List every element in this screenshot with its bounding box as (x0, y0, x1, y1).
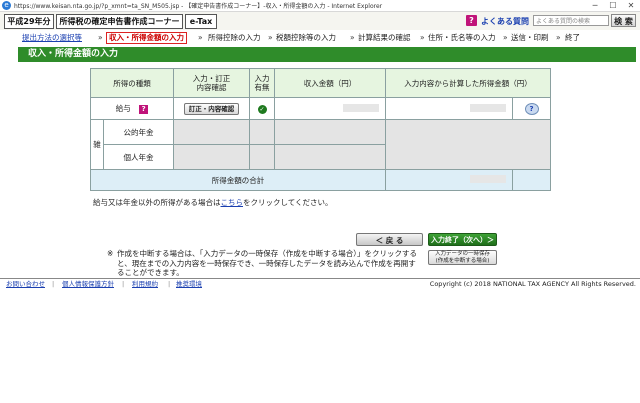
step-income-input: 収入・所得金額の入力 (106, 32, 187, 44)
faq-link[interactable]: よくある質問 (481, 16, 529, 27)
temporary-save-button[interactable]: 入力データの一時保存 (作成を中断する場合) (428, 250, 497, 265)
site-header: 平成29年分 所得税の確定申告書作成コーナー e-Tax ? よくある質問 よく… (0, 12, 640, 30)
etax-label: e-Tax (185, 14, 217, 29)
salary-income-value (274, 97, 386, 120)
other-income-note: 給与又は年金以外の所得がある場合はこちらをクリックしてください。 (93, 197, 333, 208)
header-income-amount: 収入金額（円） (274, 68, 386, 98)
salary-cell: 給与 ? (90, 97, 174, 120)
step-arrow: » (98, 33, 103, 42)
income-table: 所得の種類 入力・訂正 内容確認 入力 有無 収入金額（円） 入力内容から計算し… (90, 68, 551, 191)
step-arrow: » (268, 33, 273, 42)
misc-group-label: 雑 (90, 119, 104, 170)
step-submission-method[interactable]: 提出方法の選択等 (22, 32, 82, 44)
footer: お問い合わせ | 個人情報保護方針 | 利用規約 | 推奨環境 Copyrigh… (0, 278, 640, 289)
footer-link-privacy[interactable]: 個人情報保護方針 (62, 279, 114, 289)
copyright: Copyright (c) 2018 NATIONAL TAX AGENCY A… (429, 280, 636, 288)
back-button[interactable]: ＜ 戻 る (356, 233, 423, 246)
footer-separator: | (122, 280, 125, 288)
footer-link-contact[interactable]: お問い合わせ (6, 279, 45, 289)
salary-detail-cell: ? (512, 97, 551, 120)
salary-help-icon[interactable]: ? (139, 104, 149, 114)
salary-entered-cell: ✓ (249, 97, 275, 120)
header-income-type: 所得の種類 (90, 68, 174, 98)
faq-search-input[interactable]: よくある質問の検索 (533, 15, 609, 26)
table-row: 所得金額の合計 (90, 169, 551, 191)
total-label: 所得金額の合計 (90, 169, 386, 191)
redacted-value (343, 103, 379, 112)
maximize-icon[interactable]: ☐ (604, 1, 622, 10)
salary-correct-button[interactable]: 訂正・内容確認 (183, 102, 240, 115)
footer-link-environment[interactable]: 推奨環境 (176, 279, 202, 289)
faq-search-button[interactable]: 検 索 (611, 14, 636, 27)
step-deduction-input: 所得控除の入力 (208, 33, 261, 42)
total-blank-cell (512, 169, 551, 191)
private-pension-income-cell (274, 144, 386, 170)
table-row: 給与 ? 訂正・内容確認 ✓ ? (90, 97, 551, 120)
salary-button-cell: 訂正・内容確認 (173, 97, 250, 120)
tax-year-label: 平成29年分 (4, 14, 54, 29)
step-arrow: » (420, 33, 425, 42)
step-address-input: 住所・氏名等の入力 (428, 33, 496, 42)
note-text: 給与又は年金以外の所得がある場合は (93, 198, 221, 207)
window-title: https://www.keisan.nta.go.jp/?p_xmnt=ta_… (14, 3, 383, 10)
private-pension-button-cell (173, 144, 250, 170)
faq-icon[interactable]: ? (466, 15, 477, 26)
public-pension-button-cell (173, 119, 250, 145)
public-pension-label: 公的年金 (103, 119, 174, 145)
next-button[interactable]: 入力終了（次へ）＞ (428, 233, 497, 246)
header-input-correct: 入力・訂正 内容確認 (173, 68, 250, 98)
public-pension-income-cell (274, 119, 386, 145)
misc-calculated-cell (385, 119, 551, 170)
public-pension-entered-cell (249, 119, 275, 145)
footer-separator: | (52, 280, 55, 288)
table-row: 雑 公的年金 (90, 119, 551, 170)
footer-link-terms[interactable]: 利用規約 (132, 279, 158, 289)
save-label: 入力データの一時保存 (434, 251, 490, 257)
save-sublabel: (作成を中断する場合) (435, 258, 490, 264)
private-pension-label: 個人年金 (103, 144, 174, 170)
empty-area (0, 289, 640, 403)
total-value (385, 169, 513, 191)
step-arrow: » (503, 33, 508, 42)
step-finish: 終了 (565, 33, 580, 42)
window-controls: ─ ☐ ✕ (586, 1, 640, 10)
redacted-value (470, 175, 506, 183)
footer-separator: | (168, 280, 171, 288)
minimize-icon[interactable]: ─ (586, 1, 604, 10)
other-income-link[interactable]: こちら (221, 198, 244, 207)
note-text: をクリックしてください。 (243, 198, 333, 207)
progress-steps: 提出方法の選択等 » 収入・所得金額の入力 » 所得控除の入力 » 税額控除等の… (0, 32, 640, 44)
internet-explorer-icon: e (2, 1, 11, 10)
private-pension-entered-cell (249, 144, 275, 170)
header-entered: 入力 有無 (249, 68, 275, 98)
salary-label: 給与 (115, 104, 131, 113)
close-icon[interactable]: ✕ (622, 1, 640, 10)
step-result-check: 計算結果の確認 (358, 33, 411, 42)
step-arrow: » (198, 33, 203, 42)
section-title: 収入・所得金額の入力 (18, 47, 636, 62)
browser-titlebar: e https://www.keisan.nta.go.jp/?p_xmnt=t… (0, 0, 640, 12)
step-send-print: 送信・印刷 (511, 33, 549, 42)
header-calculated-amount: 入力内容から計算した所得金額（円） (385, 68, 551, 98)
step-tax-credit-input: 税額控除等の入力 (276, 33, 336, 42)
salary-calculated-value (385, 97, 513, 120)
suspend-note: ※ 作成を中断する場合は、「入力データの一時保存（作成を中断する場合）」をクリッ… (107, 249, 422, 278)
step-arrow: » (350, 33, 355, 42)
speech-help-icon[interactable]: ? (524, 102, 539, 115)
note-mark: ※ (107, 249, 114, 258)
step-arrow: » (556, 33, 561, 42)
corner-title: 所得税の確定申告書作成コーナー (56, 14, 183, 29)
check-icon: ✓ (257, 104, 267, 114)
suspend-note-text: 作成を中断する場合は、「入力データの一時保存（作成を中断する場合）」をクリックす… (117, 249, 417, 277)
redacted-value (470, 103, 506, 112)
